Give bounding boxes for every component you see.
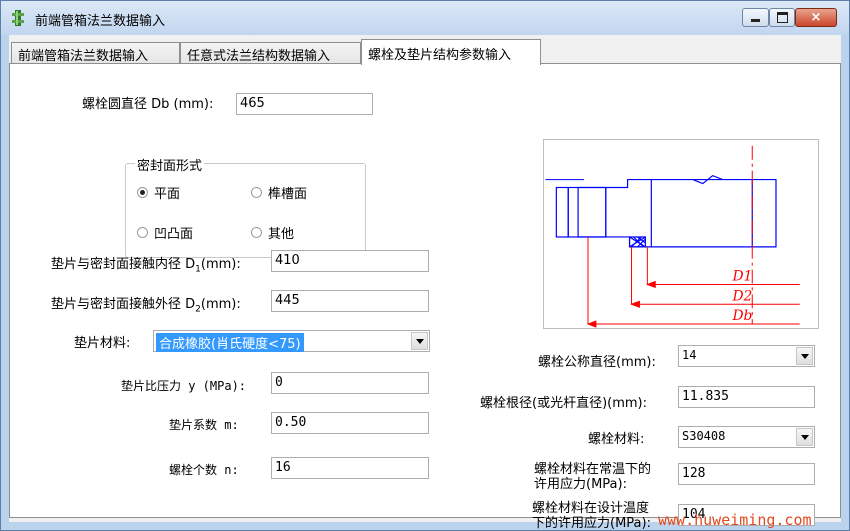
close-button[interactable]: × bbox=[795, 8, 837, 27]
bolt-nominal-select[interactable]: 14 bbox=[678, 345, 815, 367]
close-icon: × bbox=[810, 10, 822, 25]
bolt-allow-design-label-line1: 螺栓材料在设计温度 bbox=[532, 501, 650, 516]
radio-flat[interactable]: 平面 bbox=[137, 183, 180, 202]
radio-flat-label: 平面 bbox=[154, 187, 181, 202]
db-label: Db bbox=[731, 308, 752, 324]
gasket-outer-input[interactable]: 445 bbox=[271, 290, 429, 312]
gasket-y-input[interactable]: 0 bbox=[271, 372, 429, 394]
gasket-inner-label: 垫片与密封面接触内径 D1(mm): bbox=[51, 253, 241, 275]
bolt-nominal-label: 螺栓公称直径(mm): bbox=[538, 355, 656, 370]
seal-face-group bbox=[125, 163, 366, 258]
gasket-m-input[interactable]: 0.50 bbox=[271, 412, 429, 434]
minimize-icon bbox=[751, 19, 760, 22]
bolt-material-value: S30408 bbox=[682, 429, 726, 443]
d1-label: D1 bbox=[731, 269, 752, 285]
radio-tongue-groove[interactable]: 榫槽面 bbox=[251, 183, 307, 202]
app-icon bbox=[12, 10, 24, 26]
window: 前端管箱法兰数据输入 × 前端管箱法兰数据输入 任意式法兰结构数据输入 螺栓及垫… bbox=[0, 0, 850, 531]
tab-strip: 前端管箱法兰数据输入 任意式法兰结构数据输入 螺栓及垫片结构参数输入 bbox=[9, 39, 841, 65]
gasket-material-select[interactable]: 合成橡胶(肖氏硬度<75) bbox=[153, 330, 430, 352]
bolt-count-input[interactable]: 16 bbox=[271, 457, 429, 479]
bolt-count-label: 螺栓个数 n: bbox=[169, 463, 239, 477]
maximize-icon bbox=[776, 12, 788, 23]
radio-flat-indicator[interactable] bbox=[137, 187, 148, 198]
gasket-outer-label: 垫片与密封面接触外径 D2(mm): bbox=[51, 293, 241, 315]
seal-face-group-title: 密封面形式 bbox=[135, 155, 205, 174]
bolt-material-select[interactable]: S30408 bbox=[678, 426, 815, 448]
tab-bolt-gasket[interactable]: 螺栓及垫片结构参数输入 bbox=[361, 39, 541, 65]
window-title: 前端管箱法兰数据输入 bbox=[35, 14, 166, 29]
gasket-m-label: 垫片系数 m: bbox=[169, 418, 239, 432]
minimize-button[interactable] bbox=[742, 8, 769, 27]
bolt-nominal-value: 14 bbox=[682, 348, 697, 362]
radio-male-female[interactable]: 凹凸面 bbox=[137, 223, 193, 242]
dropdown-arrow-icon[interactable] bbox=[796, 347, 813, 365]
bolt-root-input[interactable]: 11.835 bbox=[678, 386, 815, 408]
dropdown-arrow-icon[interactable] bbox=[796, 428, 813, 446]
radio-male-female-label: 凹凸面 bbox=[154, 227, 194, 242]
bolt-allow-normal-label-line2: 许用应力(MPa): bbox=[534, 477, 627, 492]
bolt-allow-design-label-line2: 下的许用应力(MPa): bbox=[532, 516, 651, 531]
bolt-allow-normal-input[interactable]: 128 bbox=[678, 463, 815, 485]
gasket-inner-label-text: 垫片与密封面接触内径 D bbox=[51, 257, 196, 272]
title-bar[interactable]: 前端管箱法兰数据输入 × bbox=[1, 1, 849, 35]
bolt-root-label: 螺栓根径(或光杆直径)(mm): bbox=[480, 396, 647, 411]
radio-other-label: 其他 bbox=[268, 227, 295, 242]
bolt-circle-label: 螺栓圆直径 Db (mm): bbox=[82, 97, 214, 112]
radio-male-female-indicator[interactable] bbox=[137, 227, 148, 238]
gasket-material-value: 合成橡胶(肖氏硬度<75) bbox=[156, 333, 304, 352]
gasket-material-label: 垫片材料: bbox=[74, 336, 131, 351]
radio-tongue-groove-indicator[interactable] bbox=[251, 187, 262, 198]
gasket-outer-label-unit: (mm): bbox=[200, 297, 241, 312]
tab-custom-flange[interactable]: 任意式法兰结构数据输入 bbox=[180, 42, 361, 64]
tab-front-flange[interactable]: 前端管箱法兰数据输入 bbox=[11, 42, 180, 64]
bolt-material-label: 螺栓材料: bbox=[588, 432, 645, 447]
bolt-allow-normal-label-line1: 螺栓材料在常温下的 bbox=[534, 462, 652, 477]
radio-tongue-groove-label: 榫槽面 bbox=[268, 187, 308, 202]
maximize-button[interactable] bbox=[769, 8, 795, 27]
bolt-allow-normal-label: 螺栓材料在常温下的 许用应力(MPa): bbox=[534, 462, 651, 492]
d2-label: D2 bbox=[731, 288, 752, 304]
dropdown-arrow-icon[interactable] bbox=[411, 332, 428, 350]
bolt-circle-input[interactable]: 465 bbox=[236, 93, 373, 115]
flange-diagram: D1 D2 Db bbox=[543, 139, 819, 329]
tab-panel: 螺栓圆直径 Db (mm): 465 密封面形式 平面 榫槽面 凹凸面 其他 垫… bbox=[9, 63, 841, 531]
gasket-inner-label-unit: (mm): bbox=[200, 257, 241, 272]
gasket-y-label: 垫片比压力 y (MPa): bbox=[121, 379, 247, 393]
flange-outline bbox=[555, 174, 777, 248]
radio-other-indicator[interactable] bbox=[251, 227, 262, 238]
watermark: www.huweiming.com bbox=[658, 511, 812, 529]
gasket-outer-label-text: 垫片与密封面接触外径 D bbox=[51, 297, 196, 312]
radio-other[interactable]: 其他 bbox=[251, 223, 294, 242]
client-area: 前端管箱法兰数据输入 任意式法兰结构数据输入 螺栓及垫片结构参数输入 螺栓圆直径… bbox=[9, 35, 841, 531]
bolt-allow-design-label: 螺栓材料在设计温度 下的许用应力(MPa): bbox=[532, 501, 651, 531]
gasket-inner-input[interactable]: 410 bbox=[271, 250, 429, 272]
